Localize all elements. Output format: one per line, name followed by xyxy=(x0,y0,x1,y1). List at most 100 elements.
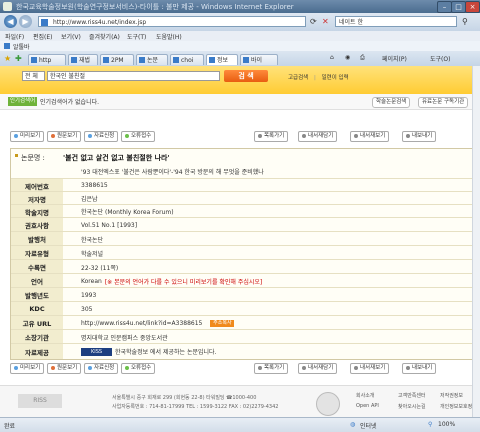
browser-search-input[interactable]: 네이트 한 xyxy=(335,16,457,27)
url-input[interactable]: http://www.riss4u.net/index.jsp xyxy=(38,16,306,27)
back-icon[interactable]: ◀ xyxy=(4,15,17,28)
site-header: 전 체 한국인 불친절 검 색 고급검색 | 일련이 입력 xyxy=(0,66,480,94)
zoom-level[interactable]: 100% xyxy=(438,421,455,428)
row-url: 고유 URL http://www.riss4u.net/link?id=A33… xyxy=(11,315,474,330)
menu-favorites[interactable]: 즐겨찾기(A) xyxy=(89,32,120,41)
save-library-button-bottom[interactable]: 내서재담기 xyxy=(298,363,338,374)
home-icon[interactable]: ⌂ xyxy=(330,54,334,61)
row-label: KDC xyxy=(11,302,63,316)
row-type: 자료유형 학술저널 xyxy=(11,245,474,260)
kiss-logo[interactable]: KISS xyxy=(81,347,112,356)
certification-seal-icon xyxy=(316,392,340,416)
site-search-input[interactable]: 한국인 불친절 xyxy=(47,71,220,81)
footer-logo: RISS xyxy=(18,394,62,408)
menu-view[interactable]: 보기(V) xyxy=(61,32,81,41)
forward-icon[interactable]: ▶ xyxy=(19,15,32,28)
row-value: KISS 한국학술정보 에서 제공하는 논문입니다. xyxy=(81,344,216,359)
menu-edit[interactable]: 편집(E) xyxy=(33,32,53,41)
error-report-button[interactable]: 오류접수 xyxy=(121,131,156,142)
status-bar: 완료 ◍ 인터넷 ⚲ 100% xyxy=(0,417,480,432)
request-button[interactable]: 자료신청 xyxy=(84,131,119,142)
view-library-button[interactable]: 내서재보기 xyxy=(350,131,390,142)
tab-1[interactable]: 재법 xyxy=(68,54,98,65)
footer-business-info: 사업자등록번호 : 714-81-17999 TEL : 1599-3122 F… xyxy=(112,404,279,410)
tab-2[interactable]: 2PM xyxy=(100,54,134,65)
tab-bar: ★ ✚ http 재법 2PM 논문 choi 정보 바이 ⌂ ◉ ⎙ 페이지(… xyxy=(0,51,480,66)
fulltext-button-bottom[interactable]: 원문보기 xyxy=(47,363,82,374)
error-report-button-bottom[interactable]: 오류접수 xyxy=(121,363,156,374)
serial-input-link[interactable]: 일련이 입력 xyxy=(322,75,349,81)
record-detail: 논문명 : '불건 없고 살건 없고 불친절한 나라' '93 대전엑스포 '불… xyxy=(10,148,475,360)
row-value: http://www.riss4u.net/link?id=A3388615 주… xyxy=(81,316,235,330)
tab-6[interactable]: 바이 xyxy=(240,54,278,65)
row-publisher: 발행처 한국논단 xyxy=(11,231,474,246)
footer-link-support[interactable]: 고객만족센터 xyxy=(398,392,426,399)
add-favorite-icon[interactable]: ✚ xyxy=(15,54,22,63)
maximize-button[interactable]: □ xyxy=(451,1,466,13)
menu-help[interactable]: 도움말(H) xyxy=(156,32,182,41)
refresh-icon[interactable]: ⟳ xyxy=(310,17,317,26)
zoom-icon[interactable]: ⚲ xyxy=(428,421,432,428)
popular-search-bar: 인기검색어 인기검색어가 없습니다. 학술논문검색 유료논문 구독기관 xyxy=(0,94,480,110)
row-value: 305 xyxy=(81,305,93,313)
list-button[interactable]: 목록가기 xyxy=(254,131,289,142)
row-value[interactable]: 명지대학교 인문캠퍼스 중앙도서관 xyxy=(81,330,168,344)
request-button-bottom[interactable]: 자료신청 xyxy=(84,363,119,374)
page-favicon xyxy=(41,19,48,26)
scope-select[interactable]: 전 체 xyxy=(22,71,45,81)
minimize-button[interactable]: – xyxy=(437,1,452,13)
page-menu[interactable]: 페이지(P) xyxy=(382,54,407,63)
altoolbar-label[interactable]: 알툴바 xyxy=(13,42,30,51)
print-icon[interactable]: ⎙ xyxy=(360,54,365,62)
popular-text: 인기검색어가 없습니다. xyxy=(40,99,100,106)
row-label: 발행처 xyxy=(11,232,63,246)
popular-badge: 인기검색어 xyxy=(8,97,37,106)
permalink[interactable]: http://www.riss4u.net/link?id=A3388615 xyxy=(81,320,202,327)
row-label: 고유 URL xyxy=(11,316,63,330)
advanced-search-link[interactable]: 고급검색 xyxy=(288,75,308,81)
footer-link-copyright[interactable]: 저작권정보 xyxy=(440,392,463,399)
title-row: 논문명 : '불건 없고 살건 없고 불친절한 나라' xyxy=(11,149,474,163)
preview-button[interactable]: 미리보기 xyxy=(10,131,45,142)
save-library-button[interactable]: 내서재담기 xyxy=(298,131,338,142)
row-journal: 학술지명 한국논단 (Monthly Korea Forum) xyxy=(11,204,474,218)
stop-icon[interactable]: ✕ xyxy=(322,17,329,26)
site-footer: RISS 서울특별시 중구 회재로 299 (회현동 22-8) 타워빌딩 ☎1… xyxy=(0,385,480,418)
page-scrollbar[interactable] xyxy=(472,66,480,417)
view-library-button-bottom[interactable]: 내서재보기 xyxy=(350,363,390,374)
row-control-no: 제어번호 3388615 xyxy=(11,178,474,192)
row-label: 소장기관 xyxy=(11,330,63,344)
record-title: '불건 없고 살건 없고 불친절한 나라' xyxy=(63,154,170,162)
footer-address: 서울특별시 중구 회재로 299 (회현동 22-8) 타워빌딩 ☎1000-4… xyxy=(112,395,257,401)
paper-search-pill[interactable]: 학술논문검색 xyxy=(372,97,411,108)
menu-tools[interactable]: 도구(T) xyxy=(127,32,146,41)
export-button-bottom[interactable]: 내보내기 xyxy=(402,363,437,374)
tab-4[interactable]: choi xyxy=(170,54,204,65)
search-icon[interactable]: ⚲ xyxy=(462,17,468,26)
menu-file[interactable]: 파일(F) xyxy=(5,32,24,41)
tab-3[interactable]: 논문 xyxy=(136,54,168,65)
tab-5[interactable]: 정보 xyxy=(206,54,238,65)
footer-link-directions[interactable]: 찾아오시는길 xyxy=(398,403,426,410)
row-value: 22-32 (11쪽) xyxy=(81,264,119,272)
export-button[interactable]: 내보내기 xyxy=(402,131,437,142)
tools-menu[interactable]: 도구(O) xyxy=(430,54,450,63)
tab-0[interactable]: http xyxy=(28,54,66,65)
list-button-bottom[interactable]: 목록가기 xyxy=(254,363,289,374)
language-note: [※ 본문의 언어가 다를 수 있으니 미리보기를 확인해 주십시오] xyxy=(104,278,263,286)
fulltext-button[interactable]: 원문보기 xyxy=(47,131,82,142)
provider-text: 한국학술정보 에서 제공하는 논문입니다. xyxy=(115,349,217,356)
paid-subscription-pill[interactable]: 유료논문 구독기관 xyxy=(418,97,469,108)
footer-link-openapi[interactable]: Open API xyxy=(356,403,379,409)
close-button[interactable]: × xyxy=(465,1,480,13)
title-label: 논문명 : xyxy=(21,154,45,162)
copy-url-button[interactable]: 주소복사 xyxy=(210,319,235,327)
status-text: 완료 xyxy=(4,423,16,430)
row-label: 발행년도 xyxy=(11,288,63,302)
footer-link-company[interactable]: 회사소개 xyxy=(356,392,374,399)
site-search-button[interactable]: 검 색 xyxy=(224,70,268,82)
favorites-star-icon[interactable]: ★ xyxy=(4,54,11,63)
preview-button-bottom[interactable]: 미리보기 xyxy=(10,363,45,374)
feeds-icon[interactable]: ◉ xyxy=(345,54,350,61)
row-label: 자료제공 xyxy=(11,344,63,359)
